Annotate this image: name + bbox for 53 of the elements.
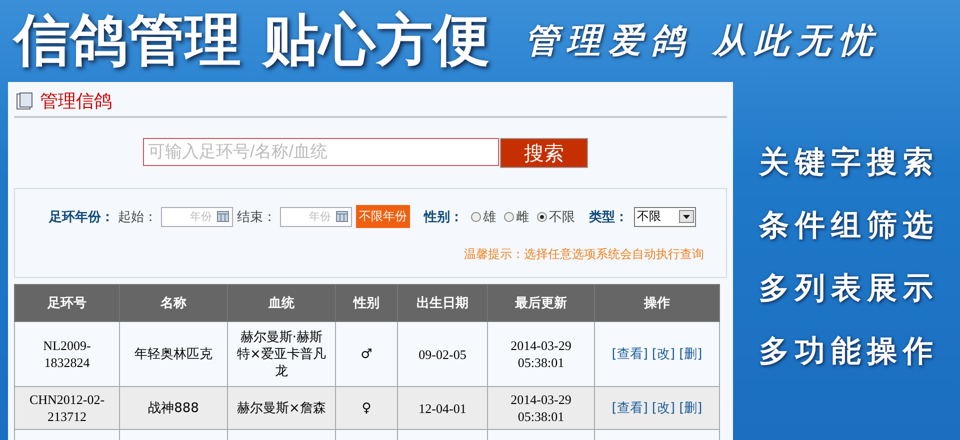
table-cell: CHN2012-02-213712 [14,386,120,430]
column-header: 操作 [594,284,720,322]
feature-text: 条件组筛选 [759,207,939,245]
feature-text: 多功能操作 [759,333,939,371]
table-cell: NL2009-1832824 [14,322,120,386]
type-dropdown[interactable]: 不限 [634,206,696,226]
panel-title: 管理信鸽 [40,90,112,113]
column-header: 名称 [120,284,228,322]
filter-label: 起始： [118,208,157,226]
table-cell: 年轻奥林匹克 [120,322,228,386]
calendar-icon[interactable] [217,210,229,222]
column-header: 足环号 [14,284,120,322]
table-cell: 09-02-05 [398,322,488,386]
action-link[interactable]: [删] [679,400,702,416]
filter-label: 性别： [424,208,463,226]
action-link[interactable]: [删] [679,346,702,362]
calendar-icon[interactable] [336,210,348,222]
action-link[interactable]: [改] [652,346,676,362]
action-link[interactable]: [查看] [612,346,648,362]
filter-label: 结束： [237,208,276,226]
year-field[interactable]: 年份 [280,206,352,226]
banner-title: 信鸽管理 贴心方便 [14,7,490,75]
table-cell: ♂ [336,322,398,386]
banner-slogan: 管理爱鸽 从此无忧 [524,20,880,63]
search-field[interactable]: 可输入足环号/名称/血统 [143,138,499,166]
radio-button[interactable] [504,212,514,222]
year-field[interactable]: 年份 [161,206,233,226]
radio-label[interactable]: 不限 [549,208,575,226]
hint-text: 温馨提示：选择任意选项系统会自动执行查询 [463,246,705,263]
table-cell: 12-04-01 [398,386,488,430]
table-cell: 战神888 [120,386,228,430]
table-cell: 赫尔曼斯·赫斯特×爱亚卡普凡龙 [228,322,336,386]
action-link[interactable]: [查看] [612,400,648,416]
table-cell: 赫尔曼斯×詹森 [228,386,336,430]
table-cell: 2014-03-29 05:38:01 [488,386,594,430]
any-year-button[interactable]: 不限年份 [356,205,410,228]
column-header: 最后更新 [488,284,594,322]
document-icon [16,92,34,110]
radio-label[interactable]: 雌 [516,208,529,226]
column-header: 性别 [336,284,398,322]
action-link[interactable]: [改] [652,400,676,416]
table-cell: ♀ [336,386,398,430]
radio-button[interactable] [537,212,547,222]
radio-label[interactable]: 雄 [483,208,496,226]
filter-label: 类型： [589,208,628,226]
column-header: 出生日期 [398,284,488,322]
feature-text: 多列表展示 [759,270,939,308]
column-header: 血统 [228,284,336,322]
search-button[interactable]: 搜索 [500,138,588,168]
radio-button[interactable] [471,212,481,222]
feature-text: 关键字搜索 [759,144,939,182]
filter-label: 足环年份： [49,208,114,226]
table-cell: 2014-03-29 05:38:01 [488,322,594,386]
